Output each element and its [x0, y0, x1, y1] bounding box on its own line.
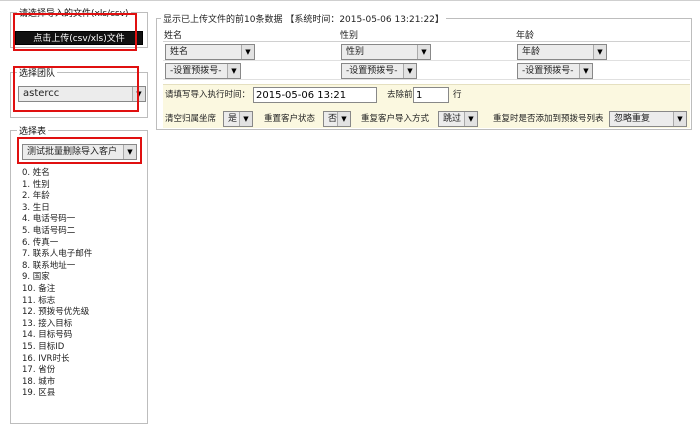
list-item: 11. 标志: [22, 295, 56, 306]
drop-rows-suffix: 行: [453, 90, 462, 100]
table-legend: 选择表: [19, 127, 47, 137]
field-select[interactable]: 姓名 ▼: [165, 44, 255, 60]
dup-import-label: 重复客户导入方式: [361, 114, 430, 124]
team-legend: 选择团队: [19, 69, 56, 79]
dup-dial-select[interactable]: 忽略重复 ▼: [609, 111, 687, 127]
chevron-down-icon: ▼: [239, 112, 252, 126]
upload-legend: 请选择导入的文件(xls/csv): [19, 9, 129, 19]
column-mapping-table: 姓名 姓名 ▼ -设置预拨号- ▼ 性别 性别 ▼ -设置预拨号- ▼ 年龄 年…: [163, 30, 690, 82]
team-select[interactable]: astercc ▼: [18, 86, 146, 102]
chevron-down-icon: ▼: [227, 64, 240, 78]
team-select-value: astercc: [23, 88, 60, 99]
chevron-down-icon: ▼: [337, 112, 350, 126]
list-item: 12. 预拨号优先级: [22, 307, 90, 318]
list-item: 2. 年龄: [22, 191, 50, 202]
chevron-down-icon: ▼: [241, 45, 254, 59]
list-item: 7. 联系人电子邮件: [22, 249, 93, 260]
column-header: 姓名: [163, 30, 339, 42]
chevron-down-icon: ▼: [403, 64, 416, 78]
field-select-row: 性别 ▼: [339, 42, 515, 61]
list-item: 13. 接入目标: [22, 318, 73, 329]
dial-select-row: -设置预拨号- ▼: [163, 61, 339, 80]
list-item: 14. 目标号码: [22, 330, 73, 341]
column-header: 性别: [339, 30, 515, 42]
drop-rows-prefix: 去除前: [387, 90, 413, 100]
field-select[interactable]: 性别 ▼: [341, 44, 431, 60]
list-item: 3. 生日: [22, 202, 50, 213]
list-item: 15. 目标ID: [22, 341, 65, 352]
reset-status-label: 重置客户状态: [264, 114, 316, 124]
mapping-column: 年龄 年龄 ▼ -设置预拨号- ▼: [515, 30, 690, 82]
list-item: 1. 性别: [22, 179, 50, 190]
dial-select-row: -设置预拨号- ▼: [515, 61, 690, 80]
reset-status-select[interactable]: 否 ▼: [323, 111, 351, 127]
table-select-value: 测试批量删除导入客户: [27, 147, 118, 157]
chevron-down-icon: ▼: [673, 112, 686, 126]
dup-dial-label: 重复时是否添加到预拨号列表: [493, 114, 604, 124]
list-item: 9. 国家: [22, 272, 50, 283]
list-item: 4. 电话号码一: [22, 214, 76, 225]
chevron-down-icon: ▼: [593, 45, 606, 59]
clear-agent-label: 清空归属坐席: [165, 114, 217, 124]
list-item: 10. 备注: [22, 283, 56, 294]
list-item: 0. 姓名: [22, 168, 50, 178]
preview-legend: 显示已上传文件的前10条数据 【系统时间：2015-05-06 13:21:22…: [163, 15, 444, 25]
upload-file-button[interactable]: 点击上传(csv/xls)文件: [15, 31, 143, 45]
drop-rows-input[interactable]: [413, 87, 449, 103]
field-select-row: 姓名 ▼: [163, 42, 339, 61]
chevron-down-icon: ▼: [417, 45, 430, 59]
list-item: 17. 省份: [22, 365, 56, 376]
chevron-down-icon: ▼: [132, 87, 145, 101]
chevron-down-icon: ▼: [123, 145, 136, 159]
exec-time-label: 请填写导入执行时间：: [165, 90, 251, 100]
list-item: 5. 电话号码二: [22, 225, 76, 236]
column-header: 年龄: [515, 30, 690, 42]
clear-agent-select[interactable]: 是 ▼: [223, 111, 253, 127]
list-item: 6. 传真一: [22, 237, 59, 248]
list-item: 18. 城市: [22, 376, 56, 387]
field-list: 0. 姓名 1. 性别 2. 年龄 3. 生日 4. 电话号码一 5. 电话号码…: [22, 168, 92, 400]
exec-time-input[interactable]: [253, 87, 377, 103]
chevron-down-icon: ▼: [579, 64, 592, 78]
mapping-column: 性别 性别 ▼ -设置预拨号- ▼: [339, 30, 515, 82]
dup-import-select[interactable]: 跳过 ▼: [438, 111, 478, 127]
dial-select-row: -设置预拨号- ▼: [339, 61, 515, 80]
dial-select[interactable]: -设置预拨号- ▼: [517, 63, 593, 79]
list-item: 19. 区县: [22, 388, 56, 399]
list-item: 16. IVR时长: [22, 353, 70, 364]
top-border: [0, 0, 700, 1]
dial-select[interactable]: -设置预拨号- ▼: [341, 63, 417, 79]
dial-select[interactable]: -设置预拨号- ▼: [165, 63, 241, 79]
field-select[interactable]: 年龄 ▼: [517, 44, 607, 60]
list-item: 8. 联系地址一: [22, 260, 76, 271]
chevron-down-icon: ▼: [464, 112, 477, 126]
field-select-row: 年龄 ▼: [515, 42, 690, 61]
table-select[interactable]: 测试批量删除导入客户 ▼: [22, 144, 137, 160]
mapping-column: 姓名 姓名 ▼ -设置预拨号- ▼: [163, 30, 339, 82]
import-options-panel: 请填写导入执行时间： 去除前 行 清空归属坐席 是 ▼ 重置客户状态 否 ▼ 重…: [163, 84, 690, 128]
